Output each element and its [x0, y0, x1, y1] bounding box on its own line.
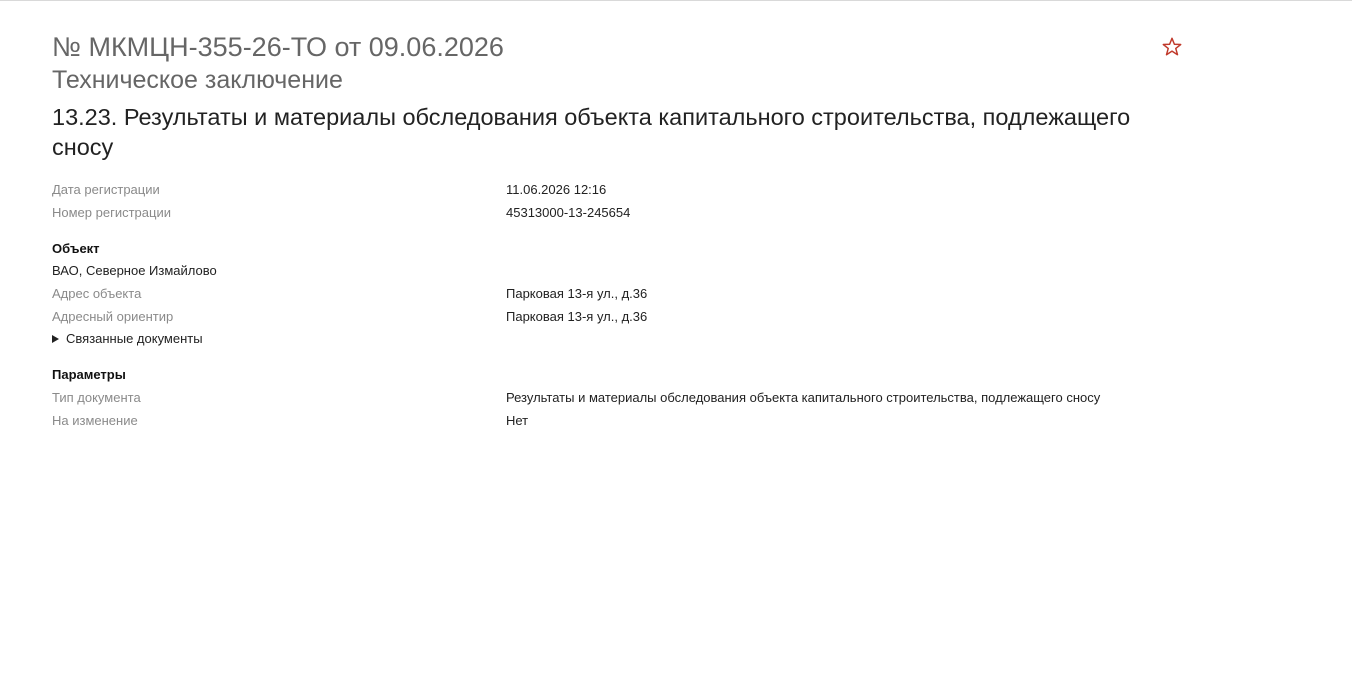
field-label: Тип документа: [52, 390, 141, 405]
field-label: Адрес объекта: [52, 286, 142, 301]
registration-number-row: Номер регистрации 45313000-13-245654: [52, 201, 1192, 224]
field-label: На изменение: [52, 413, 138, 428]
field-value: Результаты и материалы обследования объе…: [506, 390, 1101, 405]
field-value: Парковая 13-я ул., д.36: [506, 309, 648, 324]
field-value: Парковая 13-я ул., д.36: [506, 286, 648, 301]
document-type: Техническое заключение: [52, 66, 343, 94]
field-label: Адресный ориентир: [52, 309, 174, 324]
registration-fields: Дата регистрации 11.06.2026 12:16 Номер …: [52, 178, 1192, 224]
related-documents-toggle[interactable]: Связанные документы: [52, 328, 1192, 350]
object-address-row: Адрес объекта Парковая 13-я ул., д.36: [52, 282, 1192, 305]
top-border: [0, 0, 1352, 2]
document-title: 13.23. Результаты и материалы обследован…: [52, 104, 1131, 160]
triangle-right-icon: [52, 335, 59, 343]
for-change-row: На изменение Нет: [52, 409, 1192, 432]
field-label: Дата регистрации: [52, 182, 160, 197]
field-label: Номер регистрации: [52, 205, 171, 220]
object-landmark-row: Адресный ориентир Парковая 13-я ул., д.3…: [52, 305, 1192, 328]
document-type-row: Тип документа Результаты и материалы обс…: [52, 386, 1192, 409]
registration-date-row: Дата регистрации 11.06.2026 12:16: [52, 178, 1192, 201]
related-documents-label: Связанные документы: [66, 331, 203, 346]
field-value: 11.06.2026 12:16: [506, 182, 607, 197]
params-section-heading: Параметры: [52, 367, 126, 382]
field-value: 45313000-13-245654: [506, 205, 631, 220]
field-value: Нет: [506, 413, 529, 428]
document-number: № МКМЦН-355-26-ТО от 09.06.2026: [52, 32, 504, 62]
object-section-heading: Объект: [52, 241, 100, 256]
object-district: ВАО, Северное Измайлово: [52, 263, 217, 278]
document-card: № МКМЦН-355-26-ТО от 09.06.2026 Техничес…: [52, 30, 1192, 432]
